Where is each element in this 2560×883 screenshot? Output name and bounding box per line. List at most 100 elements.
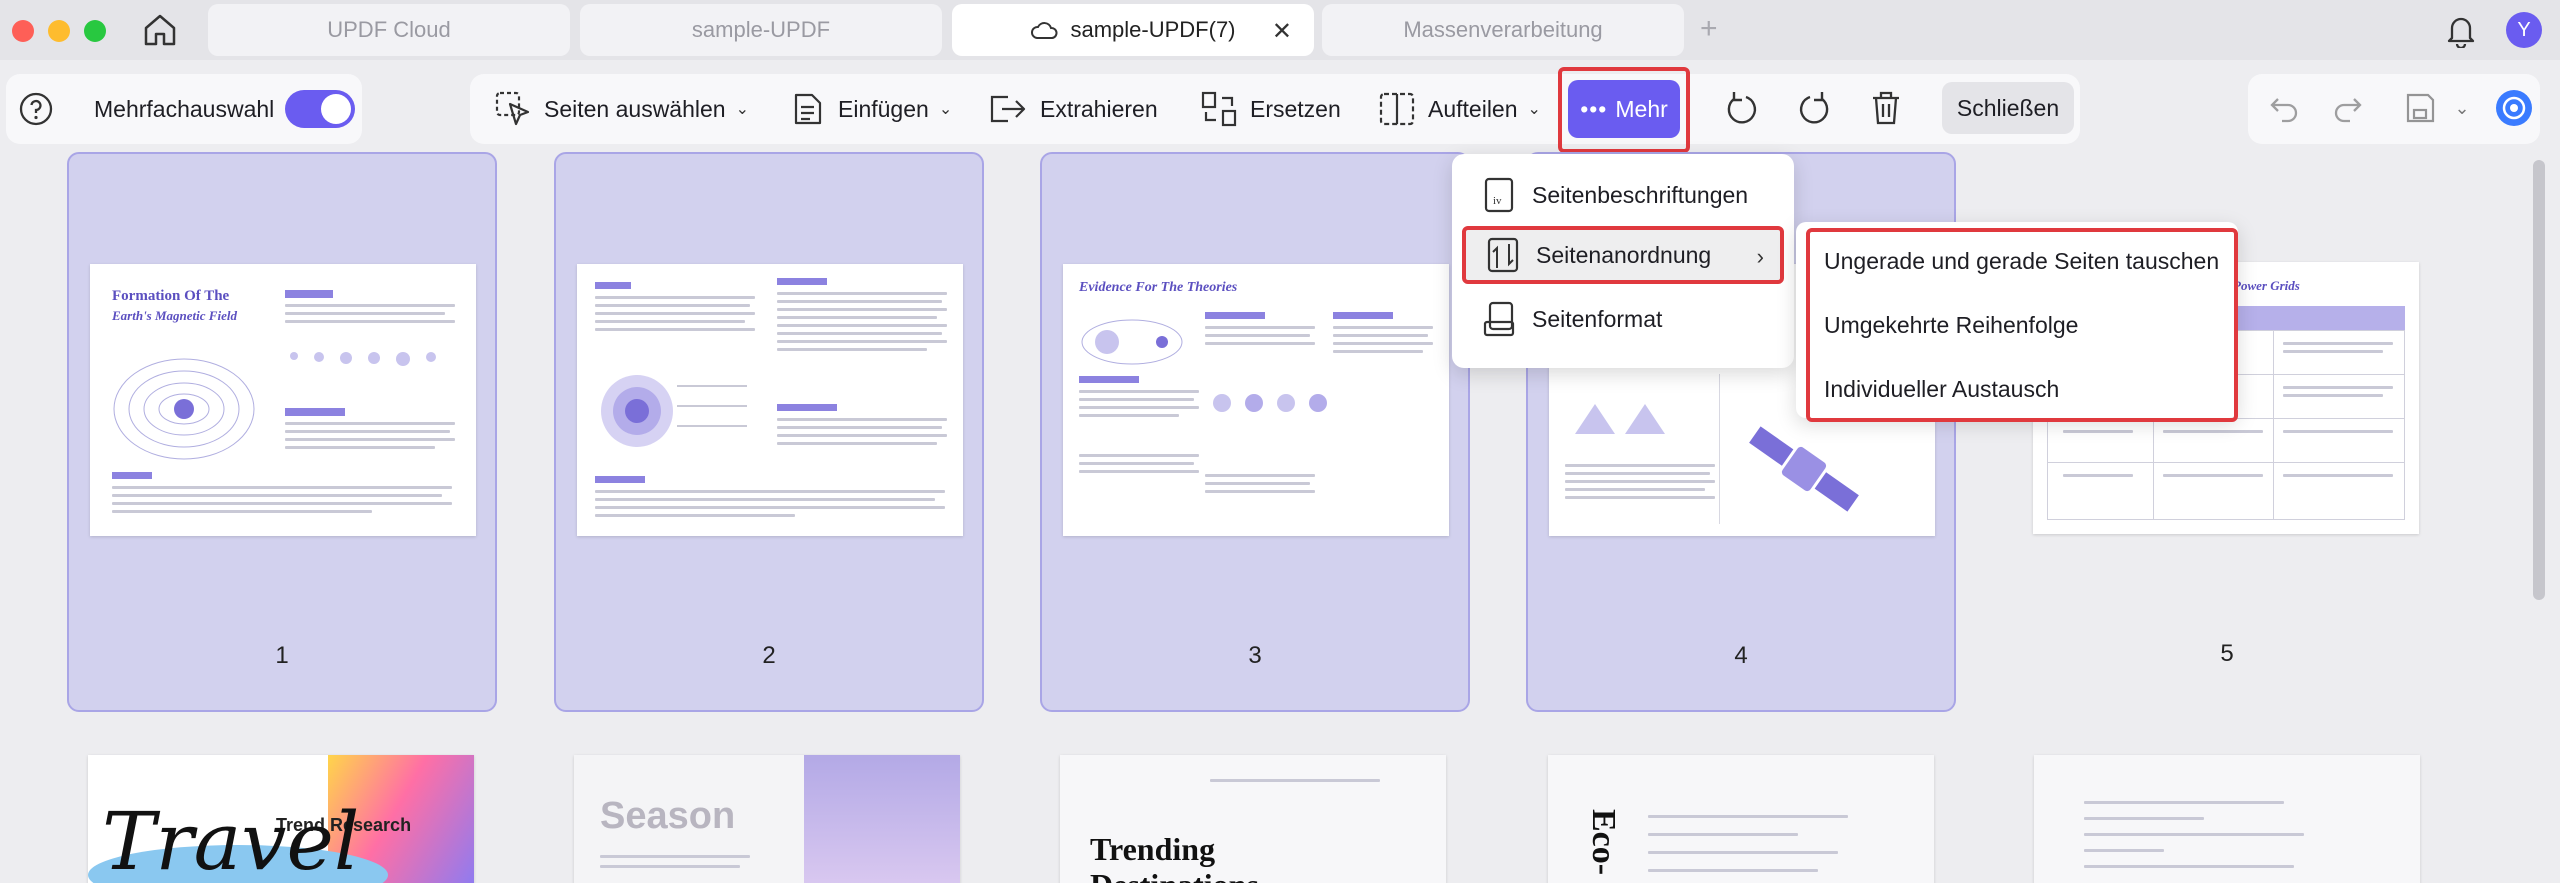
page-thumbnail-9[interactable]: Eco- [1548,755,1934,883]
page-number: 4 [1734,642,1748,669]
orbit-illustration [1081,319,1183,365]
undo-icon[interactable] [2262,86,2306,130]
maximize-window-button[interactable] [84,20,106,42]
insert-button[interactable]: Einfügen ⌄ [790,89,952,129]
insert-label: Einfügen [838,95,929,122]
page-label-icon: iv [1484,177,1514,213]
tab-label: Massenverarbeitung [1403,17,1603,42]
avatar-initial: Y [2517,18,2531,41]
select-pages-button[interactable]: Seiten auswählen ⌄ [494,89,749,129]
split-button[interactable]: Aufteilen ⌄ [1378,89,1541,129]
photo-block [804,755,960,883]
insert-page-icon [794,93,822,125]
page-thumbnail-8[interactable]: Trending Destinations [1060,755,1446,883]
page-number: 3 [1248,642,1262,669]
chevron-down-icon: ⌄ [735,101,749,118]
page-thumbnail-6[interactable]: Trend Research Travel [88,755,474,883]
multi-select-toggle[interactable] [285,90,355,128]
save-icon[interactable] [2398,86,2442,130]
heading-bar [285,290,333,298]
thumb-title: Power Grids [2233,278,2300,293]
select-pages-label: Seiten auswählen [544,95,726,122]
thumb-text-line-2: Destinations [1090,867,1259,883]
page-thumbnail-10[interactable] [2034,755,2420,883]
thumb-text: Trending Destinations [1090,831,1259,883]
page-thumbnail-7[interactable]: Season [574,755,960,883]
page-thumbnail: Evidence For The Theories [1063,264,1449,536]
menu-item-page-arrangement[interactable]: Seitenanordnung › [1462,226,1784,284]
replace-icon [1201,91,1237,127]
split-icon [1379,92,1415,126]
page-number: 5 [2220,640,2234,667]
chevron-down-icon[interactable]: ⌄ [2440,86,2484,130]
magnetic-field-illustration [113,358,255,460]
page-arrange-icon [1487,237,1519,273]
menu-item-page-labels[interactable]: iv Seitenbeschriftungen [1462,166,1784,224]
more-label: Mehr [1615,95,1668,122]
thumb-title: Evidence For The Theories [1079,280,1238,295]
chevron-down-icon: ⌄ [938,101,953,118]
close-label: Schließen [1956,94,2060,121]
more-dots-icon: ••• [1580,95,1608,122]
submenu-highlight [1806,228,2238,422]
multi-select-label: Mehrfachauswahl [94,95,275,122]
vertical-scrollbar[interactable] [2533,160,2545,600]
minimize-window-button[interactable] [48,20,70,42]
tab-label: UPDF Cloud [327,17,451,42]
page-card-2[interactable]: 2 [554,152,984,712]
tab-sample-updf[interactable]: sample-UPDF [580,4,942,56]
page-format-icon [1483,301,1515,337]
thumb-title: Formation Of The [112,288,230,304]
new-tab-icon[interactable]: + [1700,12,1718,46]
tab-label: sample-UPDF(7) [1070,17,1236,42]
menu-item-label: Seitenformat [1532,305,1663,332]
page-card-1[interactable]: Formation Of The Earth's Magnetic Field [67,152,497,712]
svg-text:iv: iv [1493,195,1502,207]
thumb-text: Eco- [1585,809,1622,876]
tab-sample-updf-7[interactable]: sample-UPDF(7) ✕ [952,4,1314,56]
cloud-icon [1031,22,1058,39]
thumb-subtitle: Earth's Magnetic Field [112,308,237,323]
replace-label: Ersetzen [1250,95,1341,122]
close-button[interactable]: Schließen [1942,82,2074,134]
ai-assistant-icon[interactable] [2492,86,2536,130]
rotate-left-icon[interactable] [1720,86,1764,130]
tab-label: sample-UPDF [691,17,831,42]
delete-icon[interactable] [1864,86,1908,130]
extract-icon [990,95,1026,123]
avatar[interactable]: Y [2506,12,2542,48]
close-window-button[interactable] [12,20,34,42]
page-thumbnail: Formation Of The Earth's Magnetic Field [90,264,476,536]
cursor-select-icon [495,91,530,126]
earth-layers-illustration [601,375,747,447]
planet-row [290,352,436,366]
redo-icon[interactable] [2326,86,2370,130]
home-icon[interactable] [140,12,180,48]
title-bar: UPDF Cloud sample-UPDF sample-UPDF(7) ✕ … [0,0,2560,60]
page-number: 2 [762,642,776,669]
extract-label: Extrahieren [1040,95,1158,122]
extract-button[interactable]: Extrahieren [988,89,1158,129]
menu-item-page-format[interactable]: Seitenformat [1462,290,1784,348]
menu-item-label: Seitenbeschriftungen [1532,181,1749,208]
rotate-right-icon[interactable] [1792,86,1836,130]
menu-item-label: Seitenanordnung [1536,241,1712,268]
chevron-down-icon: ⌄ [1527,101,1541,118]
thumb-text: Season [600,795,736,837]
thumb-text: Travel [102,795,360,883]
thumb-text-line-1: Trending [1090,831,1216,867]
tab-massenverarbeitung[interactable]: Massenverarbeitung [1322,4,1684,56]
sphere-row [1213,394,1327,412]
page-card-3[interactable]: Evidence For The Theories 3 [1040,152,1470,712]
chevron-right-icon: › [1756,244,1764,269]
close-tab-icon[interactable]: ✕ [1272,17,1292,46]
page-thumbnail [577,264,963,536]
tab-updf-cloud[interactable]: UPDF Cloud [208,4,570,56]
more-button[interactable]: ••• Mehr [1568,80,1680,138]
radar-illustration [1575,404,1665,434]
more-dropdown-menu: iv Seitenbeschriftungen Seitenanordnung … [1452,154,1794,368]
replace-button[interactable]: Ersetzen [1200,89,1341,129]
bell-icon[interactable] [2444,12,2478,50]
satellite-illustration [1749,426,1859,512]
help-icon[interactable] [14,87,58,131]
